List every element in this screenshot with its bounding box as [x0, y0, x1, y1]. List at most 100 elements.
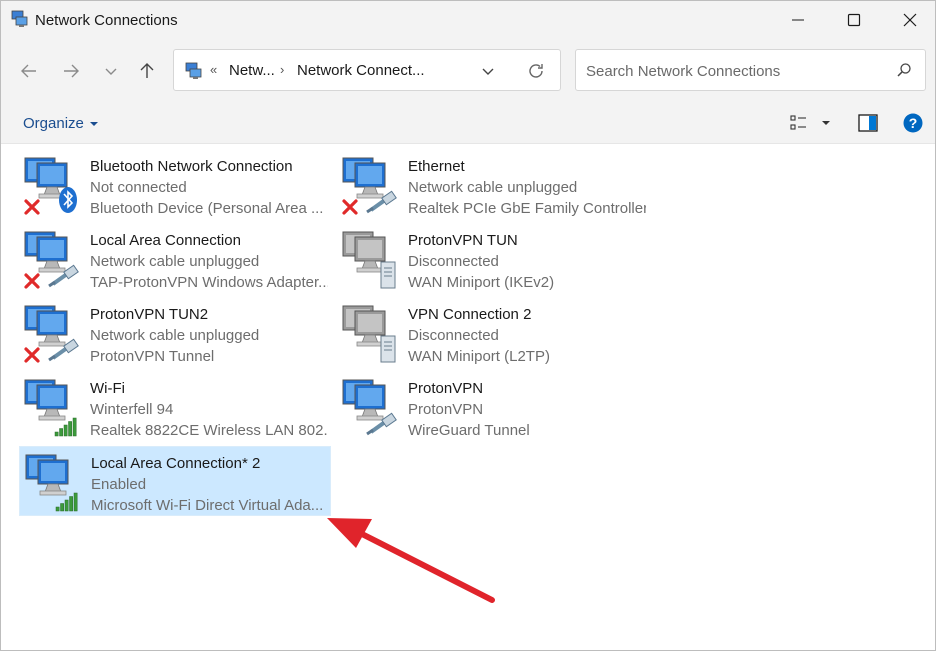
connection-item[interactable]: ProtonVPN TUN Disconnected WAN Miniport (I… [337, 224, 649, 294]
connection-item[interactable]: Wi-Fi Winterfell 94 Realtek 8822CE Wireles… [19, 372, 331, 442]
connection-device: Bluetooth Device (Personal Area ... [90, 200, 324, 217]
connection-item[interactable]: ProtonVPN ProtonVPN WireGuard Tunnel [337, 372, 649, 442]
search-input[interactable] [584, 60, 888, 82]
connection-device: Realtek PCIe GbE Family Controller [408, 200, 646, 217]
connection-name: VPN Connection 2 [408, 306, 532, 323]
network-adapter-icon [342, 157, 397, 215]
network-adapter-icon [24, 305, 79, 363]
organize-label: Organize [23, 115, 84, 132]
up-button[interactable] [133, 59, 161, 83]
navigation-bar: « Netw... › Network Connect... [1, 39, 935, 103]
network-adapter-icon [342, 379, 397, 436]
back-button[interactable] [15, 59, 43, 83]
network-adapter-icon [342, 231, 396, 289]
network-adapter-icon [24, 157, 77, 215]
connection-item[interactable]: VPN Connection 2 Disconnected WAN Miniport… [337, 298, 649, 368]
recent-locations-button[interactable] [97, 59, 125, 83]
connection-details: ProtonVPN TUN Disconnected WAN Miniport (I… [408, 230, 646, 293]
connection-item[interactable]: Bluetooth Network Connection Not connecte… [19, 150, 331, 220]
network-connections-icon [185, 62, 202, 79]
address-bar[interactable]: « Netw... › Network Connect... [173, 49, 561, 91]
arrow-right-icon [64, 64, 79, 78]
connection-status: Not connected [90, 179, 187, 196]
connection-details: ProtonVPN ProtonVPN WireGuard Tunnel [408, 378, 646, 441]
view-options-caret-icon[interactable] [821, 119, 831, 127]
maximize-button[interactable] [831, 1, 877, 39]
connection-device: WAN Miniport (L2TP) [408, 348, 550, 365]
disabled-x-icon [24, 273, 40, 289]
wifi-signal-icon [55, 492, 78, 512]
minimize-icon [792, 19, 804, 21]
breadcrumb-separator[interactable]: › [280, 62, 284, 77]
change-view-icon[interactable] [790, 114, 808, 132]
connection-name: Bluetooth Network Connection [90, 158, 293, 175]
network-adapter-icon [24, 231, 79, 289]
network-adapter-icon [342, 305, 396, 363]
wifi-signal-icon [54, 417, 77, 437]
connection-details: ProtonVPN TUN2 Network cable unplugged Pro… [90, 304, 328, 367]
preview-pane-icon[interactable] [858, 114, 878, 132]
connection-name: Local Area Connection* 2 [91, 455, 261, 472]
minimize-button[interactable] [775, 1, 821, 39]
connection-item[interactable]: Local Area Connection* 2 Enabled Microsoft… [19, 446, 331, 516]
address-overflow[interactable]: « [210, 62, 217, 77]
network-adapter-icon [24, 379, 77, 437]
connection-name: ProtonVPN TUN2 [90, 306, 209, 323]
svg-text:?: ? [909, 115, 918, 131]
network-connections-icon [11, 10, 28, 27]
network-adapter-icon [25, 454, 78, 512]
search-icon[interactable] [896, 62, 912, 78]
connection-name: ProtonVPN [408, 380, 484, 397]
connection-status: ProtonVPN [408, 401, 484, 418]
forward-button[interactable] [57, 59, 85, 83]
connection-status: Disconnected [408, 327, 499, 344]
disabled-x-icon [342, 199, 358, 215]
server-icon [380, 335, 396, 363]
connection-status: Disconnected [408, 253, 499, 270]
bluetooth-icon [59, 187, 77, 213]
connection-details: Bluetooth Network Connection Not connecte… [90, 156, 328, 219]
refresh-icon[interactable] [526, 61, 546, 81]
connection-status: Winterfell 94 [90, 401, 174, 418]
search-box [575, 49, 926, 91]
close-button[interactable] [887, 1, 933, 39]
close-icon [903, 13, 917, 27]
connections-list: Bluetooth Network Connection Not connecte… [1, 144, 935, 650]
connection-name: Local Area Connection [90, 232, 241, 249]
connection-device: Microsoft Wi-Fi Direct Virtual Ada... [91, 497, 324, 514]
arrow-left-icon [21, 64, 36, 78]
window-title: Network Connections [35, 12, 178, 29]
disabled-x-icon [24, 347, 40, 363]
caret-down-icon [89, 121, 98, 126]
connection-item[interactable]: Local Area Connection Network cable unplu… [19, 224, 331, 294]
connection-details: Ethernet Network cable unplugged Realtek P… [408, 156, 646, 219]
breadcrumb-network-connections[interactable]: Network Connect... [297, 62, 425, 79]
connection-device: WAN Miniport (IKEv2) [408, 274, 555, 291]
breadcrumb-network[interactable]: Netw... [229, 62, 275, 79]
connection-details: Wi-Fi Winterfell 94 Realtek 8822CE Wireles… [90, 378, 328, 441]
connection-status: Enabled [91, 476, 147, 493]
connection-name: Wi-Fi [90, 380, 125, 397]
server-icon [380, 261, 396, 289]
connection-details: Local Area Connection Network cable unplu… [90, 230, 328, 293]
maximize-icon [847, 13, 861, 27]
connection-details: VPN Connection 2 Disconnected WAN Miniport… [408, 304, 646, 367]
connection-details: Local Area Connection* 2 Enabled Microsoft… [91, 453, 329, 516]
connection-device: ProtonVPN Tunnel [90, 348, 215, 365]
connection-name: Ethernet [408, 158, 465, 175]
connection-status: Network cable unplugged [90, 253, 260, 270]
connection-device: WireGuard Tunnel [408, 422, 530, 439]
command-bar: Organize ? [1, 103, 935, 144]
network-connections-window: Network Connections « Netw... › Network … [0, 0, 936, 651]
connection-item[interactable]: ProtonVPN TUN2 Network cable unplugged Pro… [19, 298, 331, 368]
arrow-up-icon [140, 63, 154, 78]
connection-item[interactable]: Ethernet Network cable unplugged Realtek P… [337, 150, 649, 220]
organize-menu[interactable]: Organize [23, 115, 98, 132]
connection-status: Network cable unplugged [90, 327, 260, 344]
title-bar[interactable]: Network Connections [1, 1, 935, 39]
connection-device: TAP-ProtonVPN Windows Adapter... [90, 274, 328, 291]
help-icon[interactable]: ? [903, 113, 923, 133]
chevron-down-icon[interactable] [479, 62, 497, 80]
connection-status: Network cable unplugged [408, 179, 578, 196]
chevron-down-icon [105, 68, 117, 75]
